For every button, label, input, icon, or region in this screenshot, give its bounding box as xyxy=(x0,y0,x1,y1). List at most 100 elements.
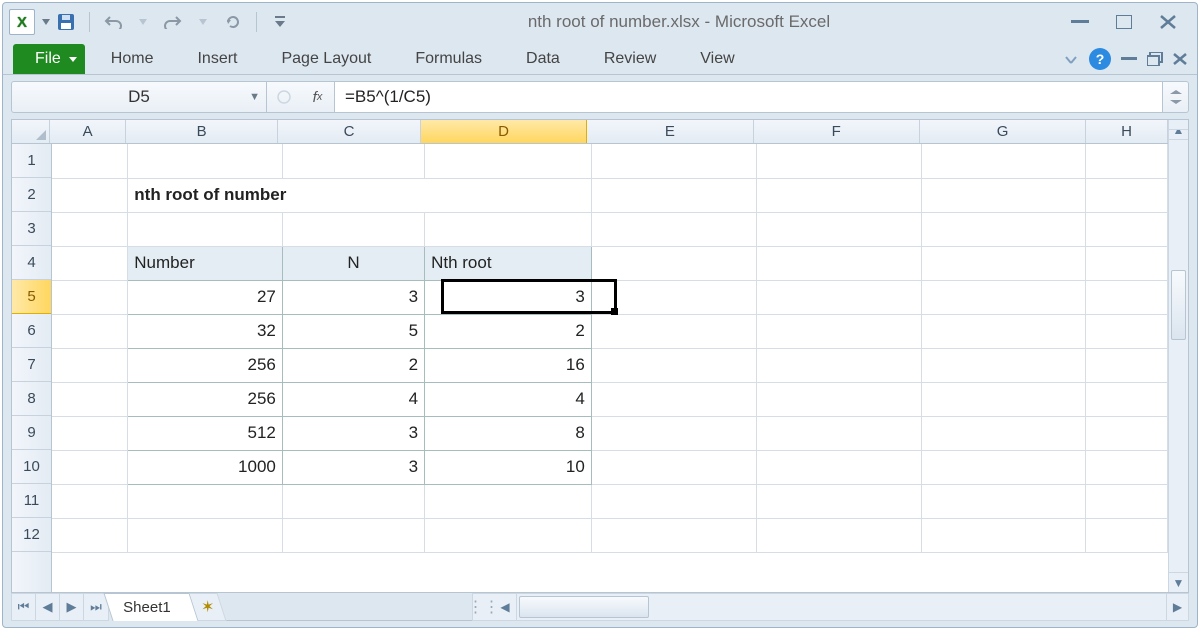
scroll-thumb[interactable] xyxy=(1171,270,1186,340)
formula-bar: D5 ▼ fx =B5^(1/C5) xyxy=(11,81,1189,113)
vertical-scrollbar[interactable]: ▲ ▼ xyxy=(1168,120,1188,592)
row-header-7[interactable]: 7 xyxy=(12,348,51,382)
cell[interactable]: 10 xyxy=(425,450,592,484)
app-logo-letter: X xyxy=(17,14,27,31)
cell[interactable]: 32 xyxy=(128,314,283,348)
row-header-1[interactable]: 1 xyxy=(12,144,51,178)
horizontal-scrollbar[interactable]: ⋮⋮ ◀ ▶ xyxy=(472,593,1189,621)
restore-icon xyxy=(1147,52,1163,66)
cell[interactable]: 27 xyxy=(128,280,283,314)
undo-dropdown[interactable] xyxy=(132,11,154,33)
col-header-G[interactable]: G xyxy=(920,120,1086,143)
scroll-track[interactable] xyxy=(1169,140,1188,572)
close-icon xyxy=(1173,53,1187,65)
col-header-H[interactable]: H xyxy=(1086,120,1168,143)
cell[interactable]: 4 xyxy=(425,382,592,416)
ribbon-minimize-chevron[interactable] xyxy=(1063,53,1079,65)
tab-data[interactable]: Data xyxy=(504,44,582,74)
workbook-restore-button[interactable] xyxy=(1147,52,1163,66)
workbook-minimize-button[interactable] xyxy=(1121,57,1137,61)
cell[interactable]: 8 xyxy=(425,416,592,450)
tab-insert[interactable]: Insert xyxy=(175,44,259,74)
col-header-D[interactable]: D xyxy=(421,120,587,143)
save-button[interactable] xyxy=(55,11,77,33)
tab-view[interactable]: View xyxy=(678,44,756,74)
tab-formulas[interactable]: Formulas xyxy=(393,44,504,74)
cells[interactable]: nth root of number Number N Nth root xyxy=(52,144,1168,592)
cell[interactable]: 256 xyxy=(128,382,283,416)
row-header-6[interactable]: 6 xyxy=(12,314,51,348)
row-header-3[interactable]: 3 xyxy=(12,212,51,246)
cell[interactable]: 3 xyxy=(282,416,424,450)
col-header-B[interactable]: B xyxy=(126,120,278,143)
file-tab[interactable]: File xyxy=(13,44,85,74)
vertical-split-handle[interactable] xyxy=(1168,120,1188,130)
app-logo[interactable]: X xyxy=(9,9,35,35)
file-tab-label: File xyxy=(35,50,61,68)
scroll-down-button[interactable]: ▼ xyxy=(1169,572,1188,592)
sheet-nav-first[interactable]: ⏮ xyxy=(12,594,36,620)
row-header-10[interactable]: 10 xyxy=(12,450,51,484)
col-header-A[interactable]: A xyxy=(50,120,126,143)
hscroll-right-button[interactable]: ▶ xyxy=(1166,594,1188,620)
cell[interactable]: 16 xyxy=(425,348,592,382)
maximize-button[interactable] xyxy=(1111,13,1137,31)
row-headers: 1 2 3 4 5 6 7 8 9 10 11 12 xyxy=(12,144,52,592)
workbook-close-button[interactable] xyxy=(1173,53,1187,65)
tab-review[interactable]: Review xyxy=(582,44,678,74)
row-header-8[interactable]: 8 xyxy=(12,382,51,416)
cell[interactable]: 3 xyxy=(282,450,424,484)
cell[interactable]: 256 xyxy=(128,348,283,382)
cell[interactable]: 5 xyxy=(282,314,424,348)
row-header-11[interactable]: 11 xyxy=(12,484,51,518)
sheet-title: nth root of number xyxy=(128,178,592,212)
ribbon-tabs: File Home Insert Page Layout Formulas Da… xyxy=(3,41,1197,75)
select-all-button[interactable] xyxy=(12,120,50,143)
sheet-nav-prev[interactable]: ◀ xyxy=(36,594,60,620)
close-button[interactable] xyxy=(1155,13,1181,31)
title-bar: X nth root of number.xlsx xyxy=(3,3,1197,41)
qat-customize[interactable] xyxy=(269,11,291,33)
row-header-12[interactable]: 12 xyxy=(12,518,51,552)
row-header-2[interactable]: 2 xyxy=(12,178,51,212)
hscroll-left-button[interactable]: ◀ xyxy=(495,594,517,620)
row-header-4[interactable]: 4 xyxy=(12,246,51,280)
cell[interactable]: 512 xyxy=(128,416,283,450)
app-logo-dropdown[interactable] xyxy=(41,9,51,35)
undo-button[interactable] xyxy=(102,11,124,33)
fx-button[interactable]: fx xyxy=(301,82,335,112)
hscroll-thumb[interactable] xyxy=(519,596,649,618)
col-header-F[interactable]: F xyxy=(754,120,920,143)
tab-home[interactable]: Home xyxy=(89,44,176,74)
formula-cancel[interactable] xyxy=(267,82,301,112)
chevron-down-icon xyxy=(139,19,147,25)
row-header-9[interactable]: 9 xyxy=(12,416,51,450)
hscroll-split-handle[interactable]: ⋮⋮ xyxy=(473,594,495,620)
refresh-button[interactable] xyxy=(222,11,244,33)
redo-button[interactable] xyxy=(162,11,184,33)
name-box-dropdown[interactable]: ▼ xyxy=(249,91,260,103)
chevron-up-heart-icon xyxy=(1063,53,1079,65)
sheet-nav-next[interactable]: ▶ xyxy=(60,594,84,620)
col-header-E[interactable]: E xyxy=(587,120,753,143)
col-header-C[interactable]: C xyxy=(278,120,421,143)
cell[interactable]: 2 xyxy=(282,348,424,382)
tab-page-layout[interactable]: Page Layout xyxy=(259,44,393,74)
cell[interactable]: 2 xyxy=(425,314,592,348)
name-box[interactable]: D5 ▼ xyxy=(12,82,267,112)
tab-label: Insert xyxy=(197,50,237,68)
cell[interactable]: 1000 xyxy=(128,450,283,484)
cell[interactable]: 3 xyxy=(282,280,424,314)
cell[interactable]: 3 xyxy=(425,280,592,314)
grid[interactable]: A B C D E F G H 1 2 3 4 5 6 7 8 9 10 11 xyxy=(12,120,1168,592)
redo-dropdown[interactable] xyxy=(192,11,214,33)
cell[interactable]: 4 xyxy=(282,382,424,416)
minimize-button[interactable] xyxy=(1067,13,1093,31)
sheet-tab-active[interactable]: Sheet1 xyxy=(103,593,198,621)
row-header-5[interactable]: 5 xyxy=(12,280,51,314)
minimize-icon xyxy=(1071,20,1089,24)
formula-expand[interactable] xyxy=(1162,82,1188,112)
hscroll-track[interactable] xyxy=(517,594,1166,620)
help-button[interactable]: ? xyxy=(1089,48,1111,70)
formula-input[interactable]: =B5^(1/C5) xyxy=(335,82,1162,112)
